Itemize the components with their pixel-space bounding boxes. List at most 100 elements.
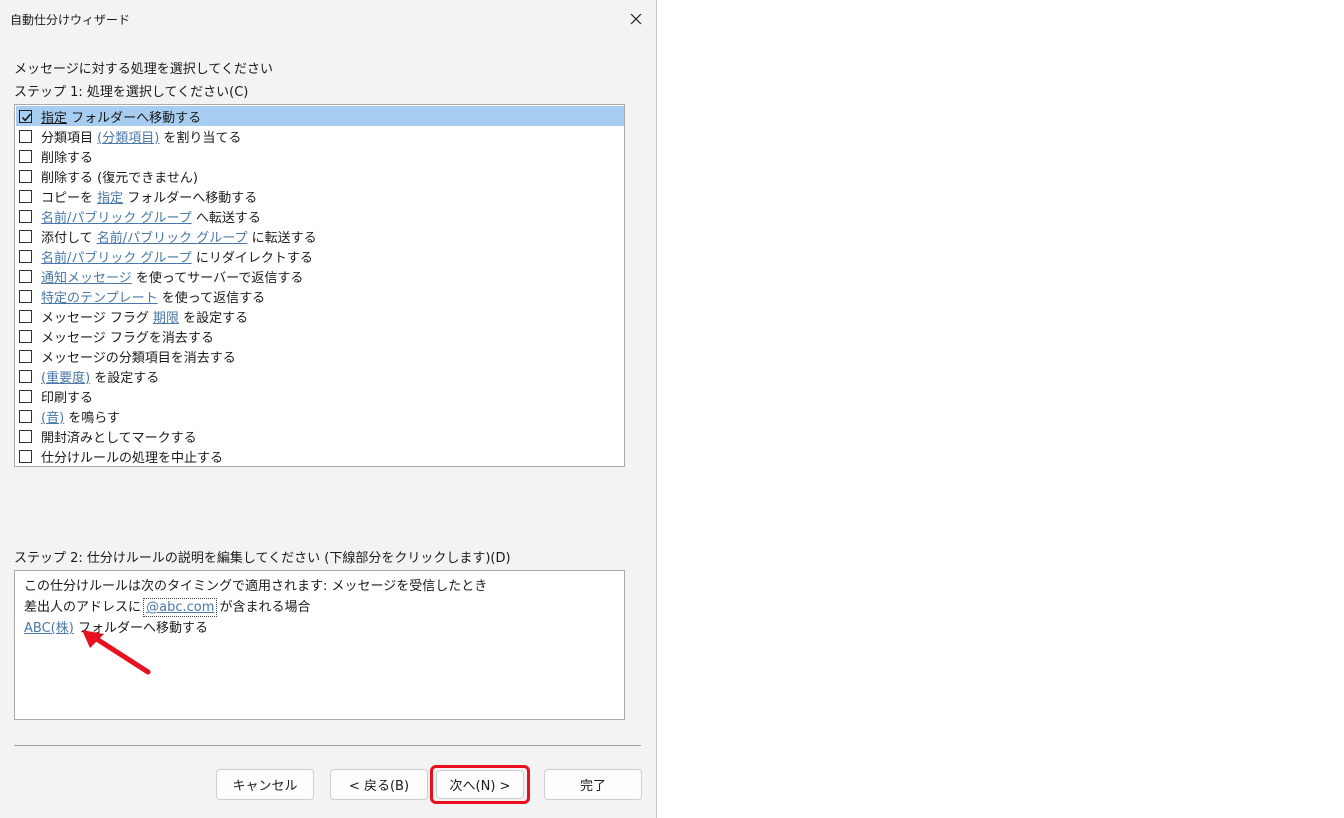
checkbox-icon[interactable] bbox=[19, 289, 32, 303]
action-item-label: メッセージの分類項目を消去する bbox=[41, 347, 236, 366]
action-item-link[interactable]: (音) bbox=[41, 411, 64, 426]
title-bar: 自動仕分けウィザード bbox=[0, 0, 656, 38]
red-arrow-annotation bbox=[82, 630, 151, 675]
checkbox-icon[interactable] bbox=[19, 309, 32, 323]
button-separator bbox=[14, 745, 641, 746]
action-item-text: を割り当てる bbox=[159, 130, 242, 146]
action-list-item[interactable]: 削除する bbox=[16, 146, 624, 166]
checkbox-icon[interactable] bbox=[19, 229, 32, 243]
checkbox-icon[interactable] bbox=[19, 429, 32, 443]
checkbox-icon[interactable] bbox=[19, 249, 32, 263]
action-item-label: 分類項目 (分類項目) を割り当てる bbox=[41, 127, 241, 146]
action-item-link[interactable]: 指定 bbox=[97, 191, 123, 206]
action-item-text: 開封済みとしてマークする bbox=[41, 430, 197, 446]
action-item-link[interactable]: 特定のテンプレート bbox=[41, 291, 158, 306]
action-item-link[interactable]: 名前/パブリック グループ bbox=[41, 251, 192, 266]
checkbox-icon[interactable] bbox=[19, 149, 32, 163]
page-heading: メッセージに対する処理を選択してください bbox=[14, 62, 273, 77]
action-item-label: (重要度) を設定する bbox=[41, 367, 159, 386]
cancel-button[interactable]: キャンセル bbox=[216, 769, 314, 800]
action-list-item[interactable]: 分類項目 (分類項目) を割り当てる bbox=[16, 126, 624, 146]
checkbox-icon[interactable] bbox=[19, 329, 32, 343]
action-item-text: を使ってサーバーで返信する bbox=[131, 270, 304, 286]
action-item-text: メッセージ フラグを消去する bbox=[41, 330, 214, 346]
action-item-text: フォルダーへ移動する bbox=[67, 110, 202, 126]
checkbox-icon[interactable] bbox=[19, 389, 32, 403]
action-item-link[interactable]: 名前/パブリック グループ bbox=[41, 211, 192, 226]
checkbox-icon[interactable] bbox=[19, 169, 32, 183]
action-item-text: メッセージの分類項目を消去する bbox=[41, 350, 236, 366]
sender-suffix-text: が含まれる場合 bbox=[215, 600, 311, 615]
action-item-text: 添付して bbox=[41, 230, 97, 246]
finish-button[interactable]: 完了 bbox=[544, 769, 642, 800]
action-item-label: コピーを 指定 フォルダーへ移動する bbox=[41, 187, 257, 206]
action-list-item[interactable]: コピーを 指定 フォルダーへ移動する bbox=[16, 186, 624, 206]
action-list-item[interactable]: メッセージ フラグを消去する bbox=[16, 326, 624, 346]
checkbox-icon[interactable] bbox=[19, 369, 32, 383]
action-list-item[interactable]: 開封済みとしてマークする bbox=[16, 426, 624, 446]
action-item-label: 添付して 名前/パブリック グループ に転送する bbox=[41, 227, 317, 246]
action-list-item[interactable]: メッセージの分類項目を消去する bbox=[16, 346, 624, 366]
action-item-text: を設定する bbox=[179, 310, 249, 326]
action-item-link[interactable]: (分類項目) bbox=[97, 131, 159, 146]
action-item-label: 通知メッセージ を使ってサーバーで返信する bbox=[41, 267, 303, 286]
action-item-text: を鳴らす bbox=[64, 410, 121, 426]
action-item-label: 削除する (復元できません) bbox=[41, 167, 198, 186]
back-button[interactable]: < 戻る(B) bbox=[330, 769, 428, 800]
action-list-item[interactable]: 指定 フォルダーへ移動する bbox=[16, 106, 624, 126]
step2-label: ステップ 2: 仕分けルールの説明を編集してください (下線部分をクリックします… bbox=[14, 551, 511, 566]
action-item-link[interactable]: 名前/パブリック グループ bbox=[97, 231, 248, 246]
checkbox-icon[interactable] bbox=[19, 129, 32, 143]
action-item-label: 開封済みとしてマークする bbox=[41, 427, 197, 446]
action-list-item[interactable]: 削除する (復元できません) bbox=[16, 166, 624, 186]
sender-prefix-text: 差出人のアドレスに bbox=[24, 600, 146, 615]
action-item-label: 指定 フォルダーへ移動する bbox=[41, 107, 201, 126]
action-list-item[interactable]: 特定のテンプレート を使って返信する bbox=[16, 286, 624, 306]
action-item-link[interactable]: 期限 bbox=[153, 311, 179, 326]
target-folder-link[interactable]: ABC(株) bbox=[24, 621, 74, 636]
action-item-text: 削除する (復元できません) bbox=[41, 170, 198, 186]
action-item-link[interactable]: (重要度) bbox=[41, 371, 90, 386]
checkbox-icon[interactable] bbox=[19, 209, 32, 223]
action-list-item[interactable]: 名前/パブリック グループ にリダイレクトする bbox=[16, 246, 624, 266]
action-item-label: メッセージ フラグを消去する bbox=[41, 327, 214, 346]
action-list-item[interactable]: 通知メッセージ を使ってサーバーで返信する bbox=[16, 266, 624, 286]
action-item-text: メッセージ フラグ bbox=[41, 310, 154, 326]
checkbox-icon[interactable] bbox=[19, 189, 32, 203]
checkbox-checked-icon[interactable] bbox=[19, 109, 32, 123]
action-item-link[interactable]: 指定 bbox=[41, 111, 67, 126]
action-list-item[interactable]: (重要度) を設定する bbox=[16, 366, 624, 386]
action-item-label: (音) を鳴らす bbox=[41, 407, 120, 426]
action-list-item[interactable]: 添付して 名前/パブリック グループ に転送する bbox=[16, 226, 624, 246]
action-item-text: コピーを bbox=[41, 190, 98, 206]
action-list-item[interactable]: 印刷する bbox=[16, 386, 624, 406]
close-icon bbox=[630, 13, 642, 25]
action-item-text: フォルダーへ移動する bbox=[123, 190, 258, 206]
window-title: 自動仕分けウィザード bbox=[10, 13, 131, 27]
action-item-text: を使って返信する bbox=[157, 290, 266, 306]
action-list-item[interactable]: メッセージ フラグ 期限 を設定する bbox=[16, 306, 624, 326]
action-item-label: 名前/パブリック グループ へ転送する bbox=[41, 207, 261, 226]
action-item-text: 削除する bbox=[41, 150, 94, 166]
description-line-timing: この仕分けルールは次のタイミングで適用されます: メッセージを受信したとき bbox=[24, 579, 488, 594]
checkbox-icon[interactable] bbox=[19, 409, 32, 423]
sender-address-link[interactable]: @abc.com bbox=[143, 598, 218, 617]
action-item-text: 分類項目 bbox=[41, 130, 98, 146]
close-button[interactable] bbox=[622, 6, 650, 32]
action-item-link[interactable]: 通知メッセージ bbox=[41, 271, 132, 286]
action-item-label: メッセージ フラグ 期限 を設定する bbox=[41, 307, 248, 326]
action-list-item[interactable]: 名前/パブリック グループ へ転送する bbox=[16, 206, 624, 226]
action-item-text: 印刷する bbox=[41, 390, 94, 406]
step1-label: ステップ 1: 処理を選択してください(C) bbox=[14, 85, 249, 100]
description-line-sender: 差出人のアドレスに @abc.com が含まれる場合 bbox=[24, 596, 311, 617]
action-item-text: にリダイレクトする bbox=[191, 250, 313, 266]
action-item-label: 印刷する bbox=[41, 387, 93, 406]
checkbox-icon[interactable] bbox=[19, 349, 32, 363]
action-item-label: 削除する bbox=[41, 147, 93, 166]
action-list-item[interactable]: (音) を鳴らす bbox=[16, 406, 624, 426]
checkbox-icon[interactable] bbox=[19, 269, 32, 283]
action-item-text: 仕分けルールの処理を中止する bbox=[41, 450, 224, 466]
action-list-item[interactable]: 仕分けルールの処理を中止する bbox=[16, 446, 624, 466]
checkbox-icon[interactable] bbox=[19, 449, 32, 463]
action-listbox[interactable]: 指定 フォルダーへ移動する 分類項目 (分類項目) を割り当てる 削除する 削除する … bbox=[14, 104, 625, 467]
